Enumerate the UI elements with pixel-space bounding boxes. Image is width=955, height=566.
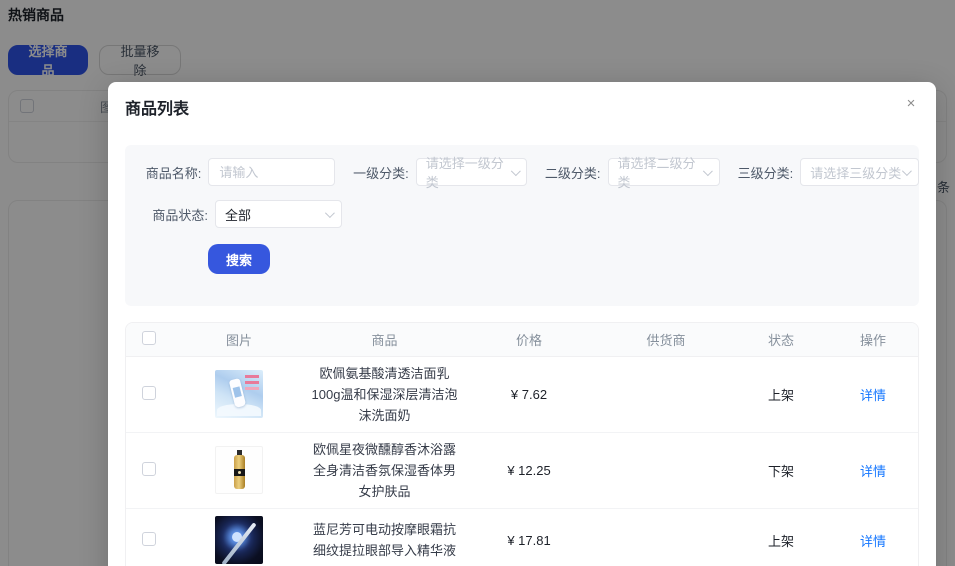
filter-panel: 商品名称: 一级分类: 请选择一级分类 二级分类: 请选择二级分类 三级分类: …	[125, 145, 919, 306]
product-name-label: 商品名称:	[145, 165, 202, 181]
column-header-status: 状态	[736, 323, 826, 357]
detail-link[interactable]: 详情	[860, 388, 886, 403]
detail-link[interactable]: 详情	[860, 464, 886, 479]
modal-title: 商品列表	[125, 101, 190, 118]
product-price: ¥ 17.81	[462, 508, 596, 566]
table-row: 欧佩氨基酸清透洁面乳100g温和保湿深层清洁泡沫洗面奶 ¥ 7.62 上架 详情	[126, 356, 918, 433]
product-name-input[interactable]	[208, 158, 336, 186]
close-icon[interactable]: ×	[900, 92, 922, 114]
product-supplier	[596, 356, 736, 433]
category3-label: 三级分类:	[737, 165, 794, 181]
product-thumbnail	[215, 516, 263, 564]
table-row: 欧佩星夜微醺醇香沐浴露全身清洁香氛保湿香体男女护肤品 ¥ 12.25 下架 详情	[126, 432, 918, 509]
filter-row-2: 商品状态: 全部	[125, 200, 919, 228]
product-table: 图片 商品 价格 供货商 状态 操作 欧佩氨基酸清透洁面乳100g温和保湿深层清…	[125, 322, 919, 566]
row-checkbox[interactable]	[141, 461, 156, 476]
category2-placeholder: 请选择二级分类	[617, 156, 696, 190]
table-header-row: 图片 商品 价格 供货商 状态 操作	[126, 323, 918, 357]
screen: 热销商品 选择商品 批量移除 图片 共 16 条 商品列表 × 商品名称: 一级…	[0, 0, 955, 566]
product-status-select[interactable]: 全部	[215, 200, 342, 228]
chevron-down-icon	[901, 165, 912, 176]
search-button[interactable]: 搜索	[208, 244, 270, 274]
product-status: 上架	[736, 508, 826, 566]
column-header-price: 价格	[462, 323, 596, 357]
category1-placeholder: 请选择一级分类	[425, 156, 504, 190]
product-thumbnail	[215, 446, 263, 494]
product-name: 欧佩星夜微醺醇香沐浴露全身清洁香氛保湿香体男女护肤品	[307, 432, 462, 509]
chevron-down-icon	[703, 165, 713, 176]
filter-row-1: 商品名称: 一级分类: 请选择一级分类 二级分类: 请选择二级分类 三级分类: …	[125, 156, 919, 190]
row-checkbox[interactable]	[141, 531, 156, 546]
product-thumbnail	[215, 370, 263, 418]
product-status-value: 全部	[225, 207, 252, 223]
detail-link[interactable]: 详情	[860, 534, 886, 549]
column-header-product: 商品	[307, 323, 462, 357]
product-status: 上架	[736, 356, 826, 433]
column-header-action: 操作	[826, 323, 918, 357]
product-supplier	[596, 432, 736, 509]
product-name: 欧佩氨基酸清透洁面乳100g温和保湿深层清洁泡沫洗面奶	[307, 356, 462, 433]
category1-label: 一级分类:	[353, 165, 409, 181]
category3-placeholder: 请选择三级分类	[810, 165, 902, 181]
column-header-supplier: 供货商	[596, 323, 736, 357]
product-price: ¥ 12.25	[462, 432, 596, 509]
category3-select[interactable]: 请选择三级分类	[800, 158, 919, 186]
product-list-modal: 商品列表 × 商品名称: 一级分类: 请选择一级分类 二级分类: 请选择二级分类…	[108, 82, 936, 566]
product-supplier	[596, 508, 736, 566]
product-status: 下架	[736, 432, 826, 509]
column-header-image: 图片	[171, 323, 307, 357]
category1-select[interactable]: 请选择一级分类	[415, 156, 528, 190]
category2-label: 二级分类:	[544, 165, 601, 181]
product-price: ¥ 7.62	[462, 356, 596, 433]
row-checkbox[interactable]	[141, 385, 156, 400]
category2-select[interactable]: 请选择二级分类	[607, 156, 720, 190]
chevron-down-icon	[324, 207, 335, 218]
select-all-checkbox[interactable]	[141, 330, 156, 345]
product-status-label: 商品状态:	[152, 207, 208, 223]
table-row: 蓝尼芳可电动按摩眼霜抗细纹提拉眼部导入精华液 ¥ 17.81 上架 详情	[126, 508, 918, 566]
product-name: 蓝尼芳可电动按摩眼霜抗细纹提拉眼部导入精华液	[307, 508, 462, 566]
chevron-down-icon	[510, 165, 521, 176]
